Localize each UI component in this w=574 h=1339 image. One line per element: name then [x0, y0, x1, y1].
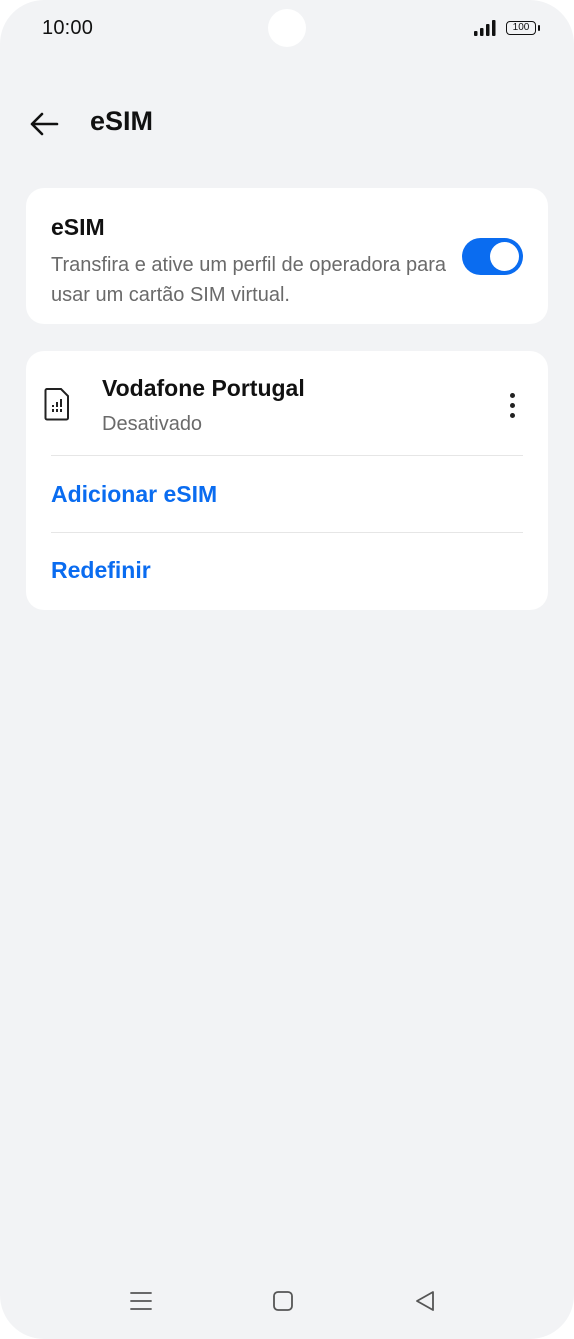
page-title: eSIM [90, 106, 154, 136]
signal-icon [474, 20, 496, 36]
divider [51, 455, 523, 456]
sim-card-icon [44, 388, 69, 421]
esim-toggle-switch[interactable] [462, 238, 523, 275]
battery-icon: 100 [506, 21, 536, 35]
back-icon[interactable] [414, 1290, 436, 1312]
battery-tip [538, 25, 540, 31]
camera-cutout [268, 9, 306, 47]
profile-name: Vodafone Portugal [102, 375, 305, 401]
more-vertical-icon[interactable] [498, 385, 526, 425]
esim-setting-title: eSIM [51, 214, 105, 240]
esim-profiles-card: Vodafone Portugal Desativado Adicionar e… [26, 351, 548, 610]
esim-setting-description: Transfira e ative um perfil de operadora… [51, 254, 447, 306]
status-time: 10:00 [42, 17, 94, 39]
esim-toggle-card: eSIM Transfira e ative um perfil de oper… [26, 188, 548, 324]
back-button[interactable] [22, 104, 66, 144]
reset-button[interactable]: Redefinir [51, 557, 151, 584]
profile-status: Desativado [102, 413, 203, 435]
phone-screen: 10:00 100 eSIM eSIM Transfira e ative um… [0, 0, 574, 1339]
arrow-left-icon [30, 112, 59, 136]
add-esim-button[interactable]: Adicionar eSIM [51, 481, 217, 508]
divider [51, 532, 523, 533]
menu-icon[interactable] [130, 1290, 152, 1312]
home-icon[interactable] [272, 1290, 294, 1312]
toggle-knob [490, 242, 519, 271]
